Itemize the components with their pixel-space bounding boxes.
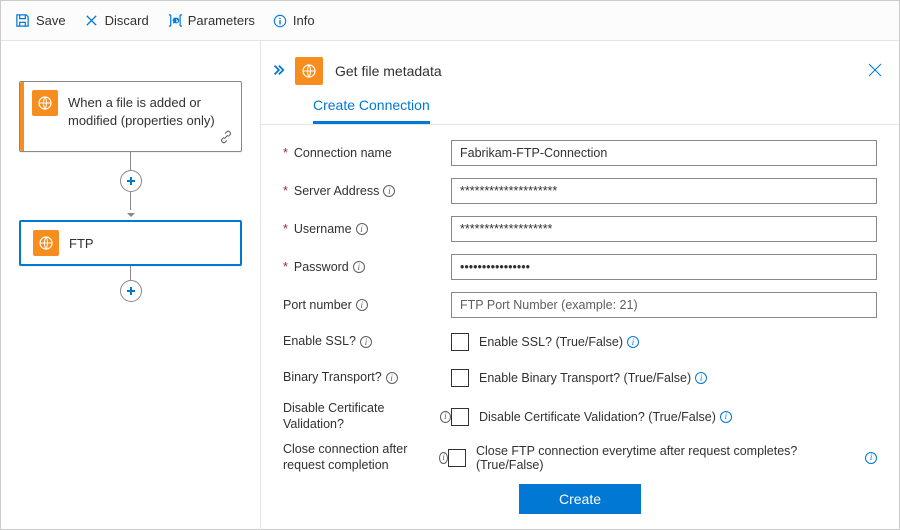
parameters-icon bbox=[167, 13, 182, 28]
add-step-button-1[interactable] bbox=[120, 170, 142, 192]
save-icon bbox=[15, 13, 30, 28]
port-number-label: Port numberi bbox=[283, 298, 451, 312]
port-number-input[interactable] bbox=[451, 292, 877, 318]
info-icon[interactable]: i bbox=[720, 411, 732, 423]
connector-line bbox=[130, 266, 131, 280]
binary-transport-desc: Enable Binary Transport? (True/False)i bbox=[479, 371, 707, 385]
info-icon[interactable]: i bbox=[695, 372, 707, 384]
info-icon[interactable]: i bbox=[386, 372, 398, 384]
password-label: Passwordi bbox=[283, 260, 451, 274]
disable-cert-checkbox[interactable] bbox=[451, 408, 469, 426]
ftp-connector-icon bbox=[295, 57, 323, 85]
binary-transport-label: Binary Transport?i bbox=[283, 370, 451, 386]
panel-tabs: Create Connection bbox=[261, 89, 899, 125]
password-input[interactable] bbox=[451, 254, 877, 280]
info-icon[interactable]: i bbox=[865, 452, 877, 464]
close-connection-desc: Close FTP connection everytime after req… bbox=[476, 444, 877, 472]
designer-canvas: When a file is added or modified (proper… bbox=[1, 41, 261, 530]
save-label: Save bbox=[36, 13, 66, 28]
add-step-button-2[interactable] bbox=[120, 280, 142, 302]
panel-title: Get file metadata bbox=[335, 63, 442, 79]
toolbar: Save Discard Parameters Info bbox=[1, 1, 899, 41]
panel-header: Get file metadata bbox=[261, 41, 899, 89]
username-input[interactable] bbox=[451, 216, 877, 242]
create-button[interactable]: Create bbox=[519, 484, 641, 514]
connection-name-label: Connection name bbox=[283, 146, 451, 160]
connection-form: Connection name Server Addressi Username… bbox=[261, 125, 899, 524]
binary-transport-checkbox[interactable] bbox=[451, 369, 469, 387]
close-panel-button[interactable] bbox=[867, 62, 883, 81]
username-label: Usernamei bbox=[283, 222, 451, 236]
discard-label: Discard bbox=[105, 13, 149, 28]
connector-line bbox=[130, 152, 131, 170]
info-icon[interactable]: i bbox=[440, 411, 451, 423]
tab-create-connection[interactable]: Create Connection bbox=[313, 97, 430, 124]
close-connection-label: Close connection after request completio… bbox=[283, 442, 448, 473]
info-icon[interactable]: i bbox=[383, 185, 395, 197]
collapse-panel-button[interactable] bbox=[271, 63, 285, 80]
info-icon[interactable]: i bbox=[353, 261, 365, 273]
parameters-label: Parameters bbox=[188, 13, 255, 28]
info-icon[interactable]: i bbox=[627, 336, 639, 348]
server-address-input[interactable] bbox=[451, 178, 877, 204]
enable-ssl-label: Enable SSL?i bbox=[283, 334, 451, 350]
ftp-connector-icon bbox=[32, 90, 58, 116]
arrow-icon bbox=[19, 210, 242, 220]
info-icon[interactable]: i bbox=[356, 223, 368, 235]
server-address-label: Server Addressi bbox=[283, 184, 451, 198]
info-button[interactable]: Info bbox=[273, 13, 315, 28]
properties-panel: Get file metadata Create Connection Conn… bbox=[261, 41, 899, 530]
discard-icon bbox=[84, 13, 99, 28]
info-icon[interactable]: i bbox=[356, 299, 368, 311]
parameters-button[interactable]: Parameters bbox=[167, 13, 255, 28]
enable-ssl-desc: Enable SSL? (True/False)i bbox=[479, 335, 639, 349]
trigger-label: When a file is added or modified (proper… bbox=[68, 90, 231, 129]
link-icon bbox=[219, 130, 233, 147]
discard-button[interactable]: Discard bbox=[84, 13, 149, 28]
trigger-node[interactable]: When a file is added or modified (proper… bbox=[19, 81, 242, 152]
ftp-node-label: FTP bbox=[69, 233, 230, 253]
ftp-connector-icon bbox=[33, 230, 59, 256]
save-button[interactable]: Save bbox=[15, 13, 66, 28]
ftp-node[interactable]: FTP bbox=[19, 220, 242, 266]
close-connection-checkbox[interactable] bbox=[448, 449, 466, 467]
connector-line bbox=[130, 192, 131, 210]
disable-cert-label: Disable Certificate Validation?i bbox=[283, 401, 451, 432]
node-accent bbox=[20, 82, 24, 151]
enable-ssl-checkbox[interactable] bbox=[451, 333, 469, 351]
info-label: Info bbox=[293, 13, 315, 28]
info-icon[interactable]: i bbox=[360, 336, 372, 348]
info-icon[interactable]: i bbox=[439, 452, 448, 464]
info-icon bbox=[273, 14, 287, 28]
connection-name-input[interactable] bbox=[451, 140, 877, 166]
disable-cert-desc: Disable Certificate Validation? (True/Fa… bbox=[479, 410, 732, 424]
